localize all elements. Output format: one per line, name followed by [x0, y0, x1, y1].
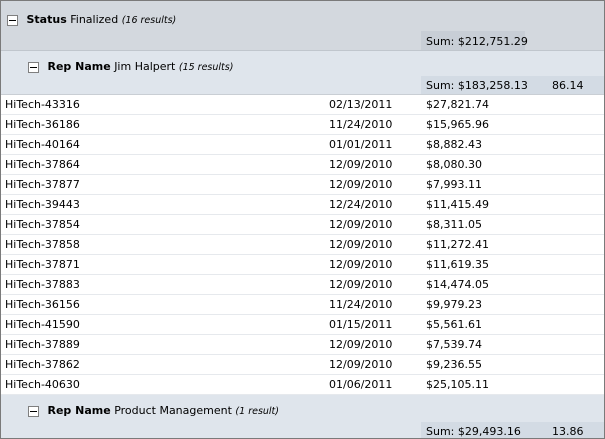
row-date: 12/09/2010: [329, 358, 393, 371]
status-sum: Sum: $212,751.29: [426, 35, 528, 48]
table-row[interactable]: HiTech-41590 01/15/2011 $5,561.61: [1, 315, 604, 335]
rep-group-header: Rep Name Jim Halpert (15 results) Sum: $…: [1, 51, 604, 95]
rep-sum: Sum: $183,258.13: [426, 79, 528, 92]
row-amount: $15,965.96: [426, 118, 489, 131]
rep-sum: Sum: $29,493.16: [426, 425, 521, 438]
row-amount: $9,979.23: [426, 298, 482, 311]
rep-value: Jim Halpert: [114, 60, 176, 73]
rep-group-rows: HiTech-43316 02/13/2011 $27,821.74 HiTech-3…: [1, 95, 604, 395]
rep-count: (1 result): [235, 406, 279, 417]
row-date: 12/09/2010: [329, 338, 393, 351]
row-id: HiTech-43316: [5, 98, 80, 111]
row-date: 12/09/2010: [329, 218, 393, 231]
row-amount: $11,619.35: [426, 258, 489, 271]
row-date: 01/15/2011: [329, 318, 393, 331]
table-row[interactable]: HiTech-36156 11/24/2010 $9,979.23: [1, 295, 604, 315]
table-row[interactable]: HiTech-40630 01/06/2011 $25,105.11: [1, 375, 604, 395]
table-row[interactable]: HiTech-37864 12/09/2010 $8,080.30: [1, 155, 604, 175]
row-date: 01/01/2011: [329, 138, 393, 151]
rep-label: Rep Name: [47, 404, 111, 417]
row-id: HiTech-37883: [5, 278, 80, 291]
row-id: HiTech-37877: [5, 178, 80, 191]
row-amount: $9,236.55: [426, 358, 482, 371]
table-row[interactable]: HiTech-40164 01/01/2011 $8,882.43: [1, 135, 604, 155]
row-amount: $11,415.49: [426, 198, 489, 211]
row-id: HiTech-40164: [5, 138, 80, 151]
table-row[interactable]: HiTech-43316 02/13/2011 $27,821.74: [1, 95, 604, 115]
row-amount: $27,821.74: [426, 98, 489, 111]
row-amount: $11,272.41: [426, 238, 489, 251]
row-date: 02/13/2011: [329, 98, 393, 111]
status-count: (16 results): [121, 15, 177, 26]
row-id: HiTech-37854: [5, 218, 80, 231]
row-date: 12/24/2010: [329, 198, 393, 211]
row-id: HiTech-39443: [5, 198, 80, 211]
rep-count: (15 results): [178, 62, 234, 73]
row-id: HiTech-37864: [5, 158, 80, 171]
row-date: 12/09/2010: [329, 238, 393, 251]
table-row[interactable]: HiTech-37862 12/09/2010 $9,236.55: [1, 355, 604, 375]
collapse-icon[interactable]: [28, 61, 39, 73]
row-date: 11/24/2010: [329, 118, 393, 131]
table-row[interactable]: HiTech-37877 12/09/2010 $7,993.11: [1, 175, 604, 195]
row-date: 01/06/2011: [329, 378, 393, 391]
status-value: Finalized: [70, 13, 119, 26]
table-row[interactable]: HiTech-37889 12/09/2010 $7,539.74: [1, 335, 604, 355]
table-row[interactable]: HiTech-37854 12/09/2010 $8,311.05: [1, 215, 604, 235]
rep-label: Rep Name: [47, 60, 111, 73]
rep-percent: 86.14: [552, 79, 584, 92]
row-date: 12/09/2010: [329, 278, 393, 291]
row-id: HiTech-37858: [5, 238, 80, 251]
row-id: HiTech-37889: [5, 338, 80, 351]
row-amount: $7,993.11: [426, 178, 482, 191]
row-date: 12/09/2010: [329, 178, 393, 191]
row-amount: $25,105.11: [426, 378, 489, 391]
row-id: HiTech-37862: [5, 358, 80, 371]
collapse-icon[interactable]: [7, 14, 18, 26]
table-row[interactable]: HiTech-36186 11/24/2010 $15,965.96: [1, 115, 604, 135]
table-row[interactable]: HiTech-39443 12/24/2010 $11,415.49: [1, 195, 604, 215]
table-row[interactable]: HiTech-37883 12/09/2010 $14,474.05: [1, 275, 604, 295]
row-amount: $8,080.30: [426, 158, 482, 171]
status-label: Status: [26, 13, 67, 26]
rep-group-header: Rep Name Product Management (1 result) S…: [1, 395, 604, 438]
rep-group-title: Rep Name Jim Halpert (15 results): [28, 60, 233, 73]
row-date: 11/24/2010: [329, 298, 393, 311]
row-amount: $8,882.43: [426, 138, 482, 151]
row-id: HiTech-37871: [5, 258, 80, 271]
table-row[interactable]: HiTech-37871 12/09/2010 $11,619.35: [1, 255, 604, 275]
rep-value: Product Management: [114, 404, 232, 417]
row-amount: $5,561.61: [426, 318, 482, 331]
row-id: HiTech-36156: [5, 298, 80, 311]
row-amount: $8,311.05: [426, 218, 482, 231]
collapse-icon[interactable]: [28, 405, 39, 417]
row-id: HiTech-40630: [5, 378, 80, 391]
row-date: 12/09/2010: [329, 158, 393, 171]
row-amount: $7,539.74: [426, 338, 482, 351]
results-grid: Status Finalized (16 results) Sum: $212,…: [0, 0, 605, 439]
row-date: 12/09/2010: [329, 258, 393, 271]
rep-group-title: Rep Name Product Management (1 result): [28, 404, 279, 417]
table-row[interactable]: HiTech-37858 12/09/2010 $11,272.41: [1, 235, 604, 255]
row-id: HiTech-41590: [5, 318, 80, 331]
row-amount: $14,474.05: [426, 278, 489, 291]
status-group-title: Status Finalized (16 results): [7, 13, 176, 26]
rep-percent: 13.86: [552, 425, 584, 438]
row-id: HiTech-36186: [5, 118, 80, 131]
status-group-header: Status Finalized (16 results) Sum: $212,…: [1, 1, 604, 51]
